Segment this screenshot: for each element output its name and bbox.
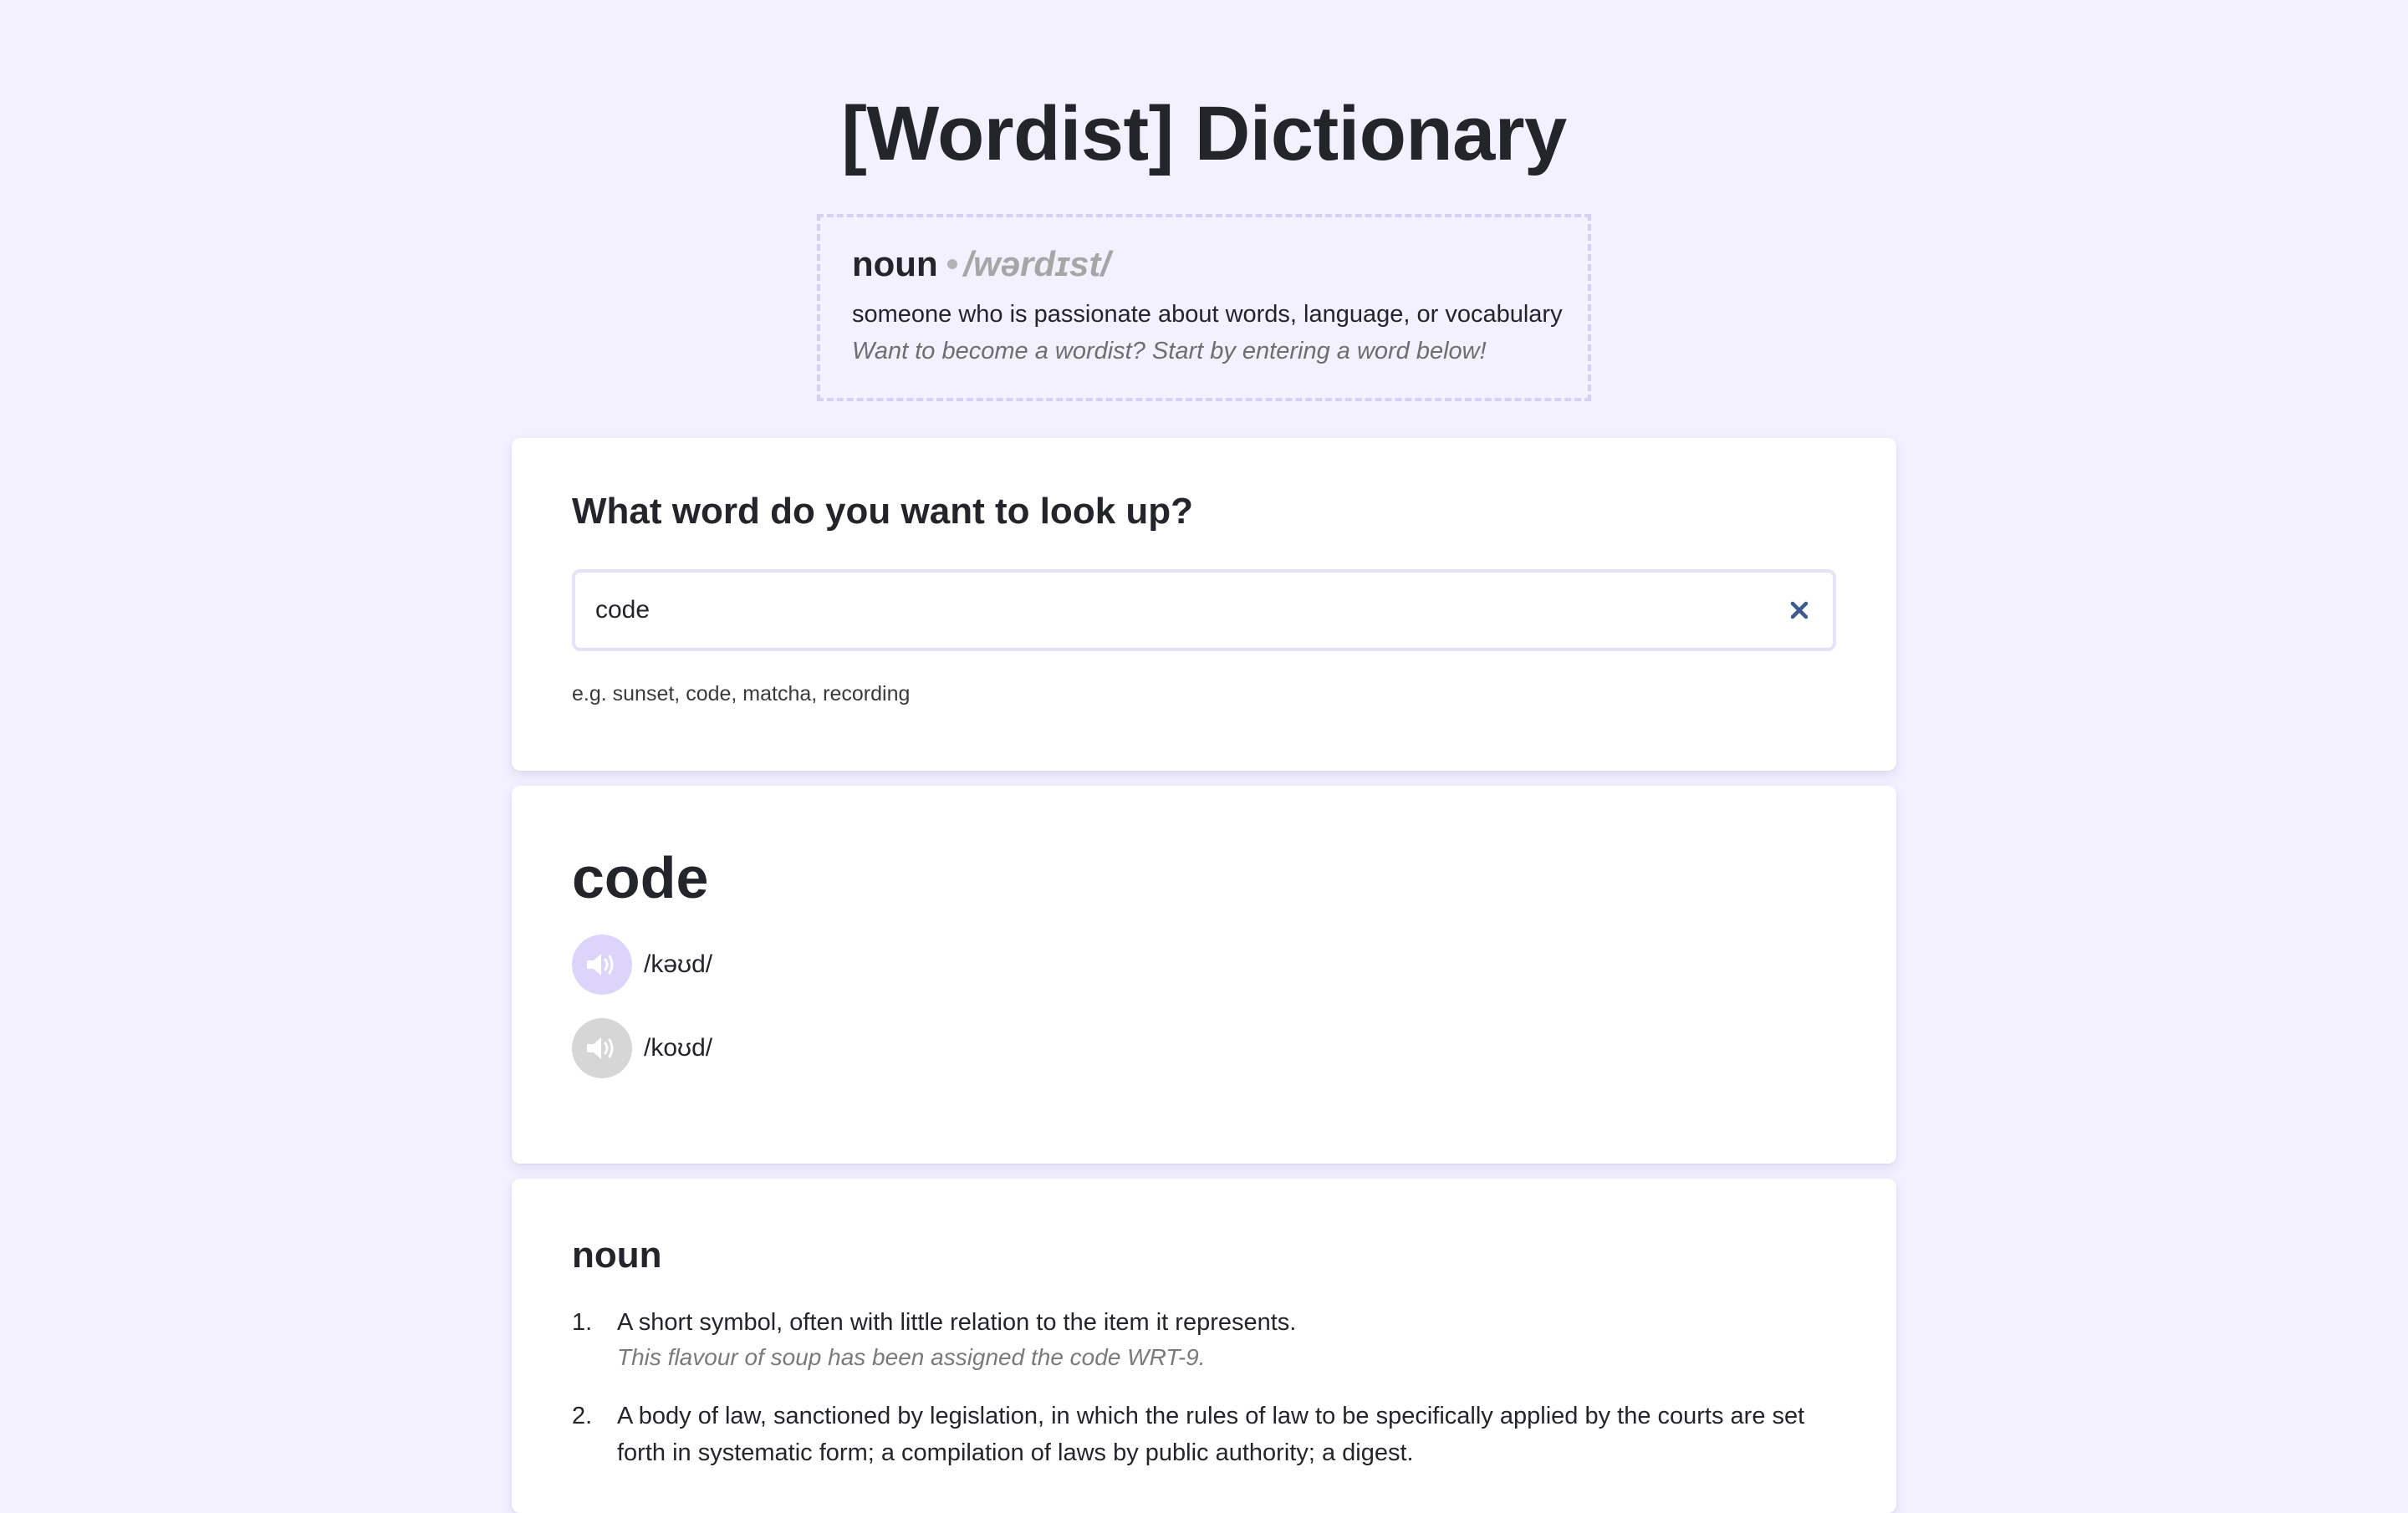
tagline-separator: •	[946, 244, 959, 283]
word-title: code	[572, 845, 709, 910]
clear-search-button[interactable]	[1781, 592, 1818, 629]
definition-text: A short symbol, often with little relati…	[617, 1309, 1297, 1336]
page: [Wordist] Dictionary noun •/wərdɪst/ some…	[0, 0, 2408, 1513]
tagline-phonetic: /wərdɪst/	[963, 244, 1111, 283]
site-title: [Wordist] Dictionary	[841, 91, 1567, 176]
meaning-card: noun 1. A short symbol, often with littl…	[512, 1179, 1896, 1513]
word-card: code /kəʊd/ /koʊd/	[512, 786, 1896, 1164]
play-pronunciation-button[interactable]	[572, 1018, 632, 1078]
search-hint: e.g. sunset, code, matcha, recording	[572, 682, 911, 706]
play-pronunciation-button[interactable]	[572, 935, 632, 995]
tagline-box: noun •/wərdɪst/ someone who is passionate…	[817, 214, 1591, 401]
search-input[interactable]	[595, 588, 1749, 633]
definition-number: 1.	[572, 1309, 593, 1336]
speaker-icon	[587, 1037, 614, 1059]
definition-number: 2.	[572, 1403, 593, 1429]
definition-example: This flavour of soup has been assigned t…	[617, 1344, 1206, 1370]
definition-item: 1. A short symbol, often with little rel…	[572, 1304, 1843, 1374]
part-of-speech-heading: noun	[572, 1235, 662, 1276]
tagline-part-of-speech: noun	[852, 244, 938, 283]
pronunciation-row: /koʊd/	[572, 1018, 712, 1078]
search-box	[572, 569, 1836, 651]
speaker-icon	[587, 954, 614, 976]
tagline-cta: Want to become a wordist? Start by enter…	[852, 338, 1487, 364]
definition-list: 1. A short symbol, often with little rel…	[572, 1304, 1843, 1495]
pronunciation-text: /kəʊd/	[644, 950, 713, 978]
search-card: What word do you want to look up? e.g. s…	[512, 438, 1896, 771]
tagline-header: noun •/wərdɪst/	[852, 242, 1556, 286]
tagline-definition: someone who is passionate about words, l…	[852, 301, 1563, 328]
definition-item: 2. A body of law, sanctioned by legislat…	[572, 1398, 1843, 1471]
search-heading: What word do you want to look up?	[572, 491, 1194, 532]
close-icon	[1790, 601, 1809, 619]
definition-text: A body of law, sanctioned by legislation…	[617, 1403, 1805, 1466]
pronunciation-row: /kəʊd/	[572, 935, 712, 995]
pronunciation-text: /koʊd/	[644, 1034, 713, 1062]
